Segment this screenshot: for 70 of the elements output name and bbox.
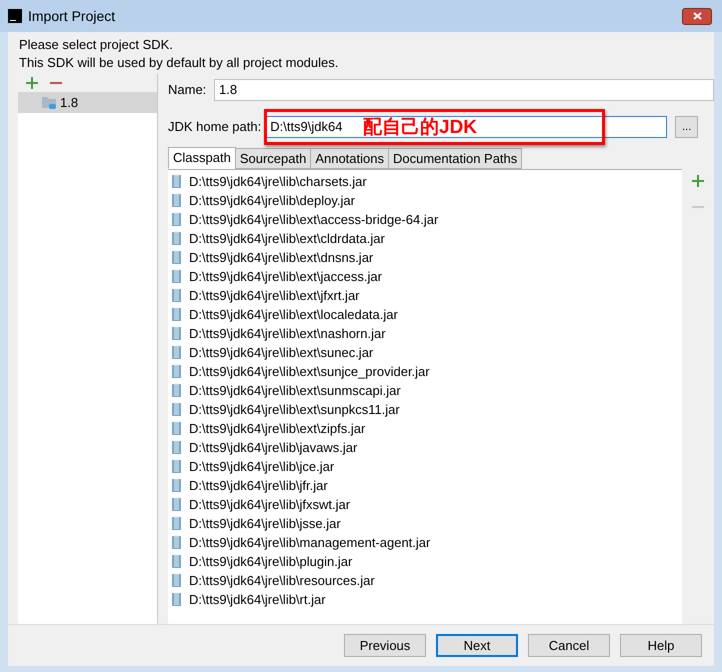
name-field[interactable]: 1.8 [214, 79, 714, 101]
jar-icon [172, 498, 181, 511]
jar-icon [172, 555, 181, 568]
classpath-entry[interactable]: D:\tts9\jdk64\jre\lib\ext\jfxrt.jar [189, 286, 360, 306]
jar-icon [172, 403, 181, 416]
jar-icon [172, 346, 181, 359]
jar-icon [172, 232, 181, 245]
annotation-text: 配自己的JDK [363, 118, 478, 136]
jar-icon [172, 251, 181, 264]
classpath-entry[interactable]: D:\tts9\jdk64\jre\lib\ext\localedata.jar [189, 304, 398, 324]
close-icon [692, 12, 702, 20]
jar-icon [172, 289, 181, 302]
classpath-entry[interactable]: D:\tts9\jdk64\jre\lib\jce.jar [189, 456, 334, 476]
tab[interactable]: Classpath [168, 147, 236, 169]
classpath-entry[interactable]: D:\tts9\jdk64\jre\lib\ext\sunmscapi.jar [189, 380, 401, 400]
sdk-item[interactable]: 1.8 [18, 92, 157, 113]
classpath-entry[interactable]: D:\tts9\jdk64\jre\lib\ext\zipfs.jar [189, 418, 366, 438]
classpath-entry[interactable]: D:\tts9\jdk64\jre\lib\management-agent.jar [189, 532, 430, 552]
jar-icon [172, 194, 181, 207]
classpath-entry[interactable]: D:\tts9\jdk64\jre\lib\resources.jar [189, 570, 375, 590]
classpath-entry[interactable]: D:\tts9\jdk64\jre\lib\plugin.jar [189, 552, 352, 572]
jar-icon [172, 479, 181, 492]
dialog-button[interactable]: Cancel [528, 634, 610, 657]
name-label: Name: [168, 81, 206, 100]
classpath-entry[interactable]: D:\tts9\jdk64\jre\lib\ext\sunec.jar [189, 342, 374, 362]
jar-icon [172, 308, 181, 321]
classpath-entry[interactable]: D:\tts9\jdk64\jre\lib\rt.jar [189, 590, 326, 610]
dialog-button[interactable]: Previous [344, 634, 426, 657]
classpath-entry[interactable]: D:\tts9\jdk64\jre\lib\ext\nashorn.jar [189, 324, 386, 344]
jar-icon [172, 460, 181, 473]
classpath-entry[interactable]: D:\tts9\jdk64\jre\lib\ext\sunjce_provider.jar [189, 362, 430, 382]
jar-icon [172, 422, 181, 435]
app-logo-icon [8, 9, 22, 23]
jar-icon [172, 365, 181, 378]
jar-icon [172, 327, 181, 340]
jar-icon [172, 270, 181, 283]
jar-icon [172, 517, 181, 530]
folder-icon [42, 96, 58, 110]
classpath-entry[interactable]: D:\tts9\jdk64\jre\lib\charsets.jar [189, 172, 367, 192]
close-button[interactable] [682, 8, 712, 24]
tab[interactable]: Documentation Paths [388, 148, 522, 169]
jar-icon [172, 175, 181, 188]
tab[interactable]: Annotations [310, 148, 389, 169]
classpath-entry[interactable]: D:\tts9\jdk64\jre\lib\jfxswt.jar [189, 494, 350, 514]
dialog-button[interactable]: Help [620, 634, 702, 657]
classpath-entry[interactable]: D:\tts9\jdk64\jre\lib\jsse.jar [189, 514, 341, 534]
classpath-entry[interactable]: D:\tts9\jdk64\jre\lib\deploy.jar [189, 190, 355, 210]
window-title: Import Project [28, 6, 116, 26]
jar-icon [172, 593, 181, 606]
add-icon[interactable] [692, 175, 704, 187]
classpath-entry[interactable]: D:\tts9\jdk64\jre\lib\ext\cldrdata.jar [189, 228, 385, 248]
jdk-home-label: JDK home path: [168, 118, 262, 136]
classpath-entry[interactable]: D:\tts9\jdk64\jre\lib\jfr.jar [189, 476, 328, 496]
tab[interactable]: Sourcepath [234, 148, 312, 169]
jar-icon [172, 213, 181, 226]
browse-button[interactable]: ... [675, 116, 698, 138]
classpath-entry[interactable]: D:\tts9\jdk64\jre\lib\ext\dnsns.jar [189, 248, 374, 268]
classpath-entry[interactable]: D:\tts9\jdk64\jre\lib\ext\jaccess.jar [189, 266, 382, 286]
dialog-button[interactable]: Next [436, 634, 518, 657]
remove-icon[interactable] [50, 81, 62, 85]
jar-icon [172, 536, 181, 549]
classpath-entry[interactable]: D:\tts9\jdk64\jre\lib\ext\sunpkcs11.jar [189, 400, 400, 420]
intro-text: Please select project SDK. [19, 36, 174, 54]
add-icon[interactable] [26, 77, 38, 89]
jar-icon [172, 574, 181, 587]
jar-icon [172, 384, 181, 397]
classpath-entry[interactable]: D:\tts9\jdk64\jre\lib\javaws.jar [189, 438, 358, 458]
jar-icon [172, 441, 181, 454]
intro-text: This SDK will be used by default by all project modules. [19, 54, 340, 72]
classpath-entry[interactable]: D:\tts9\jdk64\jre\lib\ext\access-bridge-64.jar [189, 210, 438, 230]
